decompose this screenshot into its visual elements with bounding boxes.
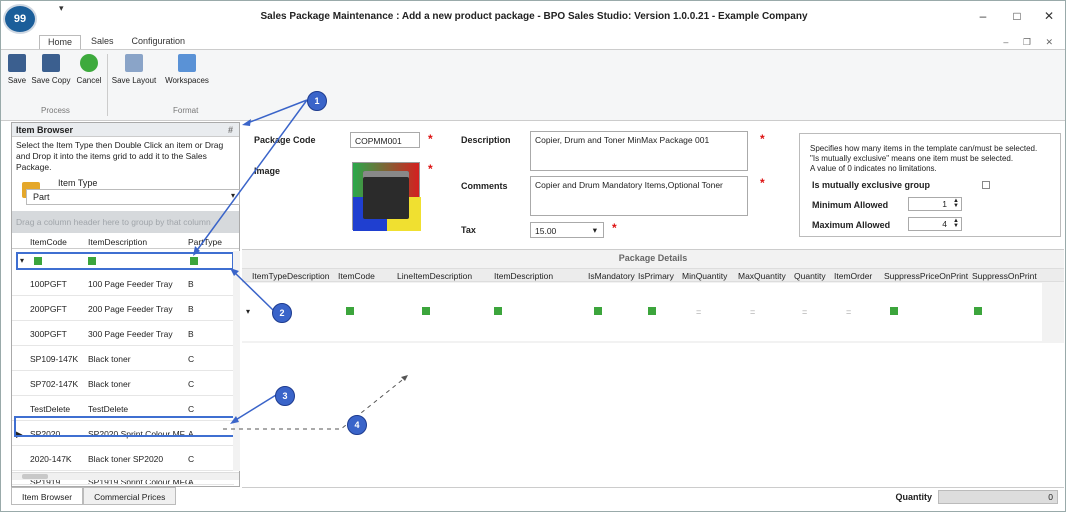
annotation-arrowhead [230,416,239,424]
step-marker-3: 3 [275,386,295,406]
annotation-arrow [232,270,274,311]
step-marker-1: 1 [307,91,327,111]
annotation-overlay [193,99,408,430]
annotation-arrowhead [242,119,251,126]
drag-arrowhead [401,375,408,381]
step-marker-2: 2 [272,303,292,323]
annotation-arrow [194,99,308,254]
drag-path [223,376,407,430]
step-marker-4: 4 [347,415,367,435]
annotation-arrow [233,394,277,422]
app-window: 99 ▾ Sales Package Maintenance : Add a n… [0,0,1066,512]
